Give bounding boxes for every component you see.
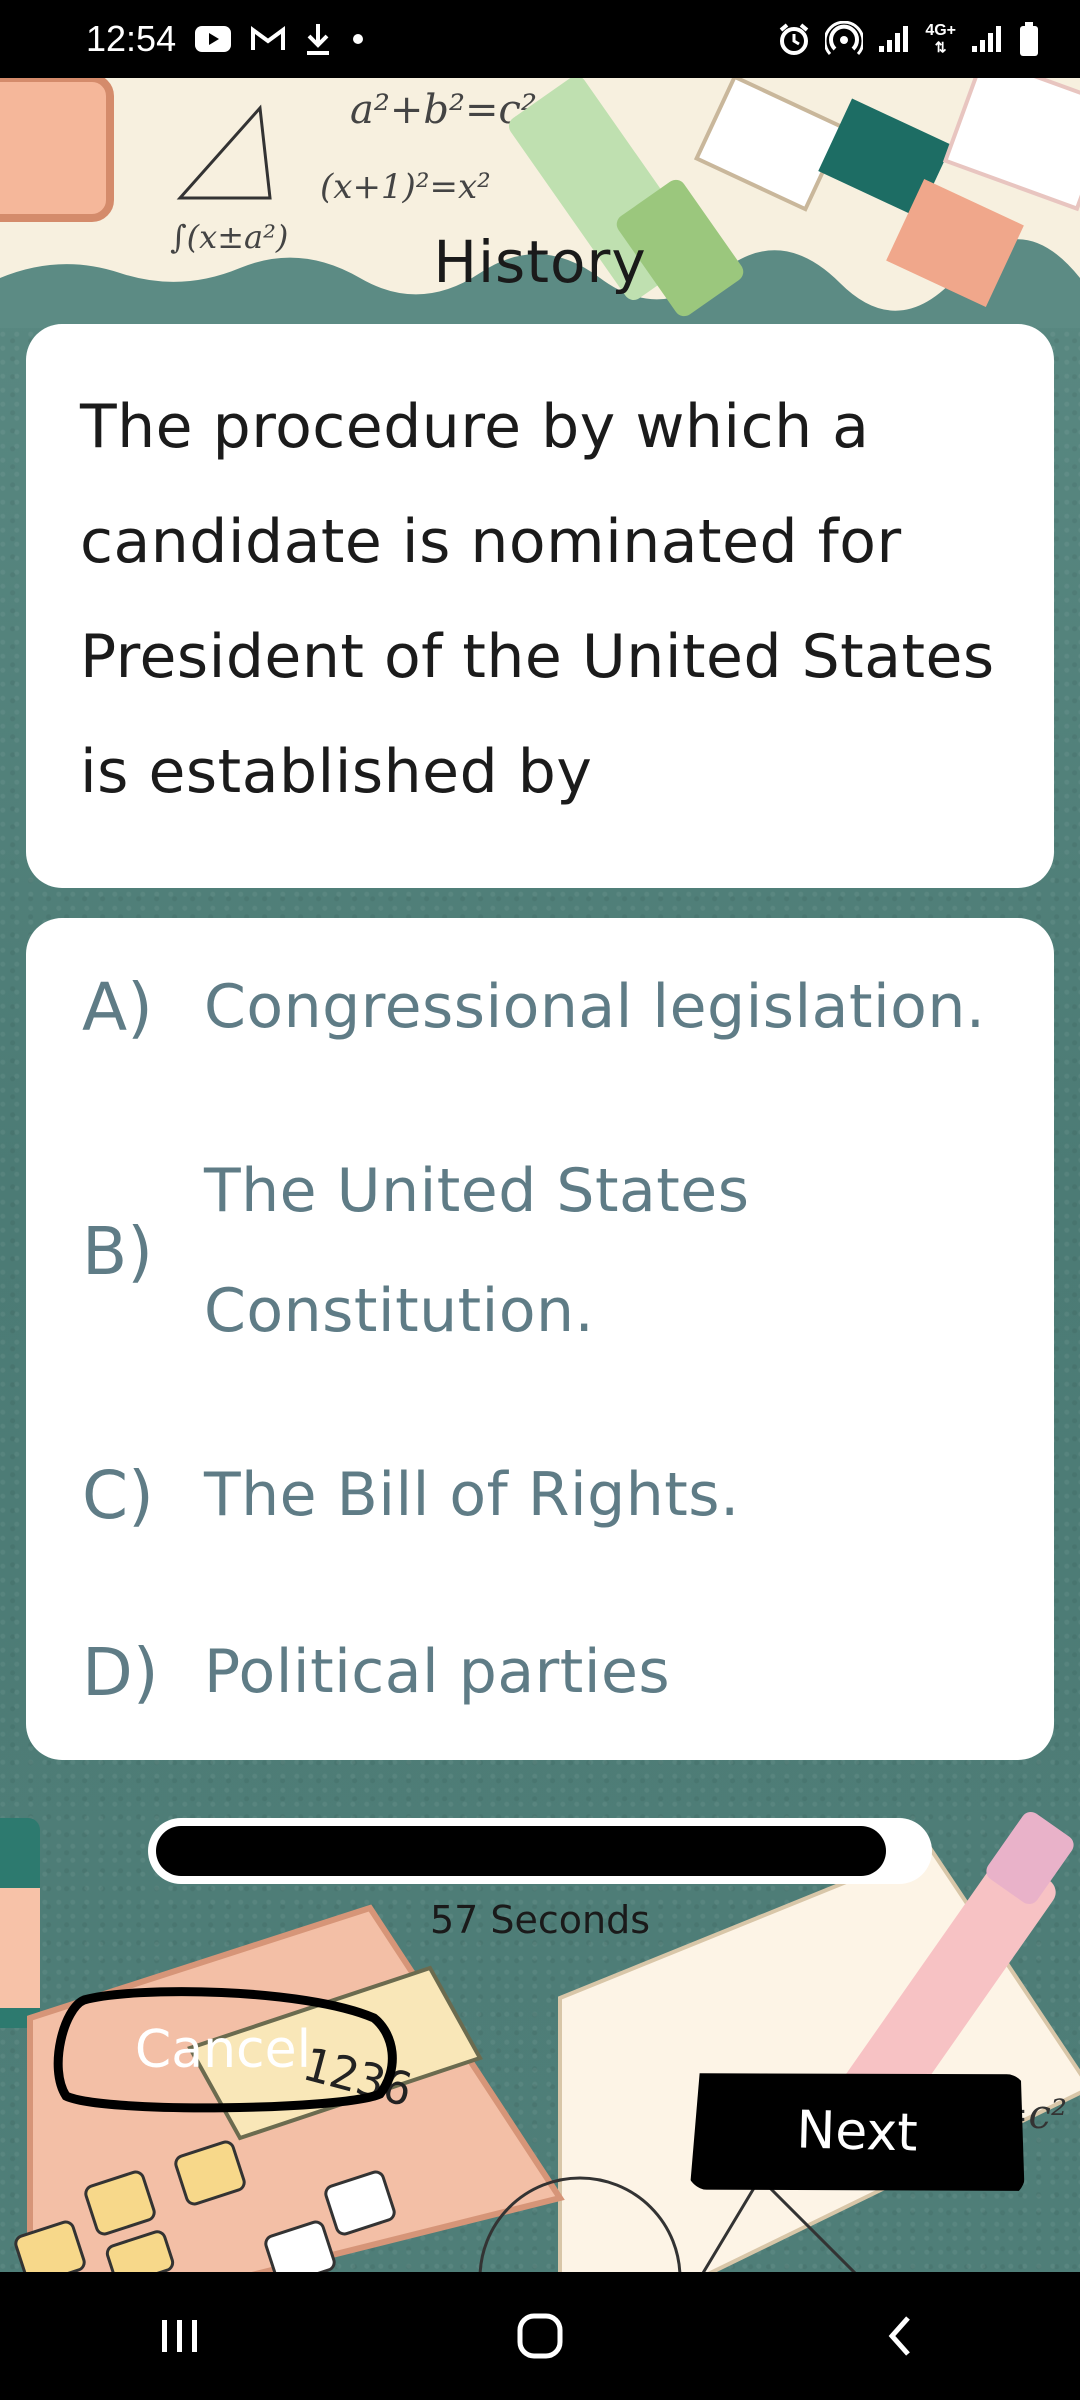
answer-option-d[interactable]: D) Political parties: [26, 1584, 1054, 1760]
status-right: 4G+ ⇅: [777, 21, 1040, 57]
answers-card: A) Congressional legislation. B) The Uni…: [26, 918, 1054, 1760]
answer-text: Political parties: [204, 1637, 671, 1707]
answer-option-b[interactable]: B) The United States Constitution.: [26, 1096, 1054, 1406]
question-card: The procedure by which a candidate is no…: [26, 324, 1054, 888]
timer-progress-bar: [148, 1818, 932, 1884]
question-text: The procedure by which a candidate is no…: [80, 392, 995, 807]
subject-title: History: [433, 228, 647, 296]
gmail-icon: [250, 25, 286, 53]
status-left: 12:54: [86, 18, 366, 60]
clock: 12:54: [86, 18, 177, 59]
youtube-icon: [194, 25, 232, 53]
download-icon: [304, 22, 332, 56]
cancel-button[interactable]: Cancel: [50, 1986, 396, 2114]
network-type-text: 4G+: [925, 22, 956, 39]
navigation-bar: [0, 2272, 1080, 2400]
home-icon[interactable]: [480, 2286, 600, 2386]
svg-text:a²+b²=c²: a²+b²=c²: [350, 87, 537, 133]
svg-text:(x+1)²=x²: (x+1)²=x²: [320, 167, 491, 207]
hotspot-icon: [825, 21, 864, 57]
answer-text: Congressional legislation.: [204, 972, 986, 1042]
status-bar: 12:54 4G+ ⇅: [0, 0, 1080, 78]
signal-icon: [877, 24, 911, 54]
battery-icon: [1018, 21, 1040, 57]
data-arrows-icon: ⇅: [934, 39, 947, 55]
answer-letter: A): [82, 968, 153, 1046]
answer-option-a[interactable]: A) Congressional legislation.: [26, 918, 1054, 1096]
answer-option-c[interactable]: C) The Bill of Rights.: [26, 1406, 1054, 1584]
quiz-screen: a²+b²=c² (x+1)²=x² ∫(x±a²) History The p…: [0, 78, 1080, 2272]
next-button[interactable]: Next: [686, 2066, 1027, 2199]
answer-text: The United States Constitution.: [204, 1156, 750, 1346]
answer-text: The Bill of Rights.: [204, 1460, 740, 1530]
network-type-label: 4G+ ⇅: [925, 22, 956, 56]
timer-label: 57 Seconds: [429, 1898, 651, 1942]
timer-progress-fill: [156, 1826, 886, 1876]
back-icon[interactable]: [840, 2286, 960, 2386]
recents-icon[interactable]: [120, 2286, 240, 2386]
answer-letter: C): [82, 1456, 154, 1534]
signal-icon: [970, 24, 1004, 54]
answer-letter: D): [82, 1633, 159, 1711]
alarm-icon: [777, 22, 811, 56]
answer-letter: B): [82, 1212, 154, 1290]
dot-icon: [350, 31, 366, 47]
